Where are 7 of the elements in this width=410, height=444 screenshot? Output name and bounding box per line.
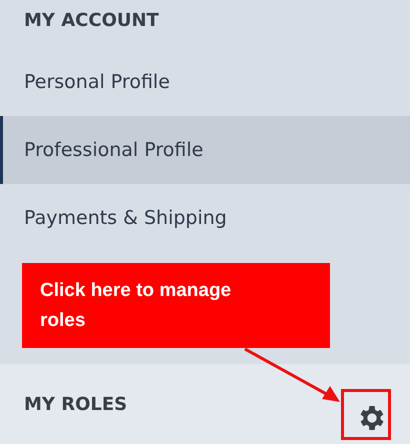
menu-item[interactable]: Professional Profile [0, 116, 410, 184]
highlight-frame [341, 389, 391, 440]
callout-box: Click here to manage roles [22, 263, 330, 348]
menu-item[interactable]: Payments & Shipping [0, 184, 410, 252]
section-heading: MY ROLES [24, 394, 128, 414]
section-heading: MY ACCOUNT [23, 9, 160, 33]
menu-item[interactable]: Personal Profile [0, 48, 410, 116]
